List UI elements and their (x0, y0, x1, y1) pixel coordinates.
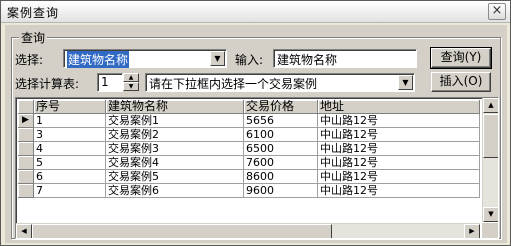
scroll-right-icon[interactable]: ▶ (464, 224, 480, 238)
query-button[interactable]: 查询(Y) (430, 47, 492, 69)
cell-price[interactable]: 9600 (244, 184, 318, 198)
client-area: 查询 选择: 建筑物名称 ▼ 输入: 建筑物名称 查询(Y) 选择计算表: 1 … (5, 25, 507, 243)
table-row[interactable]: 7 交易案例6 9600 中山路12号 (18, 184, 480, 198)
window-title: 案例查询 (7, 6, 60, 20)
scroll-left-icon[interactable]: ◀ (16, 224, 32, 238)
row-pointer-icon[interactable] (18, 184, 34, 198)
cell-price[interactable]: 5656 (244, 114, 318, 128)
row-pointer-icon[interactable] (18, 170, 34, 184)
cell-address[interactable]: 中山路12号 (318, 114, 480, 128)
cell-name[interactable]: 交易案例5 (106, 170, 244, 184)
table-row[interactable]: ▶ 1 交易案例1 5656 中山路12号 (18, 114, 480, 128)
cell-name[interactable]: 交易案例2 (106, 128, 244, 142)
header-selector (18, 100, 34, 114)
row-pointer-icon[interactable]: ▶ (18, 114, 34, 128)
cell-no[interactable]: 6 (34, 170, 106, 184)
table-row[interactable]: 6 交易案例5 8600 中山路12号 (18, 170, 480, 184)
chevron-down-icon[interactable]: ▼ (398, 75, 413, 90)
cell-address[interactable]: 中山路12号 (318, 142, 480, 156)
row-pointer-icon[interactable] (18, 142, 34, 156)
vertical-scrollbar[interactable]: ▲ ▼ (482, 98, 498, 222)
cell-name[interactable]: 交易案例6 (106, 184, 244, 198)
cell-no[interactable]: 3 (34, 128, 106, 142)
table-header-row: 序号 建筑物名称 交易价格 地址 (18, 100, 480, 114)
table-row[interactable]: 4 交易案例3 6500 中山路12号 (18, 142, 480, 156)
search-input[interactable]: 建筑物名称 (273, 49, 417, 68)
header-name[interactable]: 建筑物名称 (106, 100, 244, 114)
case-query-window: 案例查询 × 查询 选择: 建筑物名称 ▼ 输入: 建筑物名称 查询(Y) 选择… (0, 0, 511, 246)
cell-name[interactable]: 交易案例1 (106, 114, 244, 128)
table-row[interactable]: 3 交易案例2 6100 中山路12号 (18, 128, 480, 142)
header-price[interactable]: 交易价格 (244, 100, 318, 114)
case-table[interactable]: 序号 建筑物名称 交易价格 地址 ▶ 1 交易案例1 5656 中山路12号 3 交易案例2… (15, 97, 499, 239)
select-label: 选择: (15, 53, 44, 67)
cell-name[interactable]: 交易案例3 (106, 142, 244, 156)
cell-no[interactable]: 4 (34, 142, 106, 156)
cell-price[interactable]: 7600 (244, 156, 318, 170)
header-no[interactable]: 序号 (34, 100, 106, 114)
cell-no[interactable]: 7 (34, 184, 106, 198)
cell-address[interactable]: 中山路12号 (318, 156, 480, 170)
case-table-body: 序号 建筑物名称 交易价格 地址 ▶ 1 交易案例1 5656 中山路12号 3 交易案例2… (18, 100, 480, 222)
scroll-corner (482, 223, 498, 238)
title-bar[interactable]: 案例查询 × (1, 1, 510, 23)
table-row[interactable]: 5 交易案例4 7600 中山路12号 (18, 156, 480, 170)
header-address[interactable]: 地址 (318, 100, 480, 114)
cell-price[interactable]: 8600 (244, 170, 318, 184)
case-select[interactable]: 请在下拉框内选择一个交易案例 ▼ (145, 73, 415, 92)
close-icon: × (491, 3, 503, 18)
row-pointer-icon[interactable] (18, 156, 34, 170)
cell-price[interactable]: 6100 (244, 128, 318, 142)
query-group-label: 查询 (19, 29, 48, 46)
field-select-value: 建筑物名称 (67, 51, 130, 68)
scroll-down-icon[interactable]: ▼ (483, 207, 498, 222)
case-select-value: 请在下拉框内选择一个交易案例 (149, 77, 318, 91)
horizontal-scrollbar[interactable]: ◀ ▶ (16, 223, 480, 238)
cell-address[interactable]: 中山路12号 (318, 170, 480, 184)
spin-up-icon[interactable]: ▲ (123, 73, 139, 82)
field-select[interactable]: 建筑物名称 ▼ (63, 49, 227, 68)
cell-address[interactable]: 中山路12号 (318, 128, 480, 142)
cell-no[interactable]: 5 (34, 156, 106, 170)
cell-address[interactable]: 中山路12号 (318, 184, 480, 198)
insert-button[interactable]: 插入(O) (431, 72, 491, 92)
chevron-down-icon[interactable]: ▼ (210, 51, 225, 66)
scroll-up-icon[interactable]: ▲ (483, 98, 498, 113)
vertical-scroll-thumb[interactable] (483, 114, 498, 158)
calc-table-number[interactable]: 1 (97, 73, 123, 92)
calc-table-label: 选择计算表: (15, 77, 80, 91)
cell-name[interactable]: 交易案例4 (106, 156, 244, 170)
spin-down-icon[interactable]: ▼ (123, 82, 139, 91)
input-label: 输入: (235, 53, 264, 67)
calc-table-stepper[interactable]: ▲ ▼ (123, 73, 141, 92)
row-pointer-icon[interactable] (18, 128, 34, 142)
cell-price[interactable]: 6500 (244, 142, 318, 156)
horizontal-scroll-thumb[interactable] (32, 224, 332, 238)
close-button[interactable]: × (488, 3, 506, 20)
cell-no[interactable]: 1 (34, 114, 106, 128)
